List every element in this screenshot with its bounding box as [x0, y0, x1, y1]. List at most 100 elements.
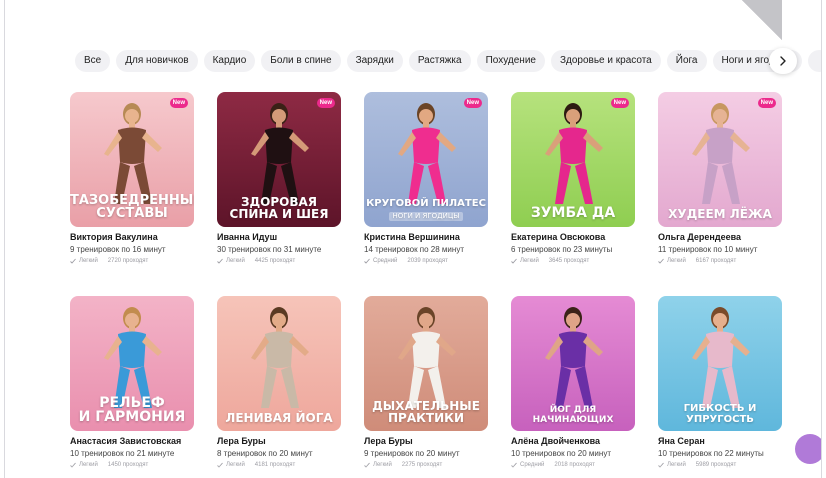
program-title-overlay: Йог для начинающих	[511, 405, 635, 425]
trainer-name: Виктория Вакулина	[70, 232, 158, 242]
trainer-name: Кристина Вершинина	[364, 232, 460, 242]
workout-count: 14 тренировок по 28 минут	[364, 245, 464, 254]
new-badge: New	[169, 98, 188, 108]
level-check-icon	[364, 258, 370, 264]
trainer-name: Лера Буры	[364, 436, 413, 446]
trainer-name: Екатерина Овсюкова	[511, 232, 606, 242]
category-chip[interactable]	[808, 50, 821, 72]
program-card[interactable]: Гибкость и упругость Яна Серан 10 трениров…	[658, 296, 782, 468]
program-meta: Легкий 6167 проходят	[658, 258, 782, 264]
program-thumbnail[interactable]: Рельеф и гармония	[70, 296, 194, 431]
workout-count: 11 тренировок по 10 минут	[658, 245, 758, 254]
program-title-line-1: Ленивая йога	[225, 411, 333, 426]
workout-count: 10 тренировок по 21 минуте	[70, 449, 175, 458]
workout-count: 9 тренировок по 16 минут	[70, 245, 166, 254]
program-title-overlay: Здоровая спина и шея	[217, 196, 341, 221]
program-title-overlay: Зумба да	[511, 206, 635, 221]
participants-count: 3645 проходят	[548, 258, 590, 264]
category-chip[interactable]: Похудение	[476, 50, 545, 72]
new-badge: New	[610, 98, 629, 108]
program-meta: Средний 2039 проходят	[364, 258, 488, 264]
program-title-line-2: и гармония	[78, 409, 186, 426]
program-card[interactable]: Рельеф и гармония Анастасия Завистовская 10…	[70, 296, 194, 468]
program-title-line-1: Зумба да	[530, 205, 616, 222]
new-badge: New	[757, 98, 776, 108]
participants-count: 6167 проходят	[695, 258, 737, 264]
level-check-icon	[70, 258, 76, 264]
level-check-icon	[217, 258, 223, 264]
program-title-overlay: Худеем лёжа	[658, 208, 782, 221]
program-card[interactable]: Дыхательные практики Лера Буры 9 тренировок…	[364, 296, 488, 468]
program-meta: Легкий 2720 проходят	[70, 258, 194, 264]
program-thumbnail[interactable]: New Тазобедренные суставы	[70, 92, 194, 227]
difficulty-level: Средний	[373, 258, 398, 264]
program-title-line-1: Гибкость и упругость	[683, 403, 757, 425]
program-card[interactable]: New Худеем лёжа Ольга Дерендеева 11 трениро…	[658, 92, 782, 264]
participants-count: 2720 проходят	[107, 258, 149, 264]
program-card[interactable]: Ленивая йога Лера Буры 8 тренировок по 20 …	[217, 296, 341, 468]
difficulty-level: Легкий	[667, 258, 686, 264]
program-card[interactable]: New Здоровая спина и шея Иванна Идуш 30 трен…	[217, 92, 341, 264]
trainer-name: Анастасия Завистовская	[70, 436, 182, 446]
category-chip[interactable]: Зарядки	[346, 50, 403, 72]
category-filter-bar: Все Для новичков Кардио Боли в спине Зарядки…	[75, 50, 821, 72]
program-thumbnail[interactable]: New Зумба да	[511, 92, 635, 227]
trainer-name: Яна Серан	[658, 436, 705, 446]
participants-count: 4425 проходят	[254, 258, 296, 264]
program-card[interactable]: New Тазобедренные суставы Виктория Вакулина…	[70, 92, 194, 264]
category-chip[interactable]: Боли в спине	[261, 50, 341, 72]
program-title-line-2: практики	[387, 411, 464, 426]
program-title-overlay: Круговой пилатес ноги и ягодицы	[364, 198, 488, 221]
program-title-line-1: Йог для начинающих	[532, 405, 614, 425]
category-chip[interactable]: Все	[75, 50, 111, 72]
trainer-name: Ольга Дерендеева	[658, 232, 741, 242]
program-thumbnail[interactable]: New Круговой пилатес ноги и ягодицы	[364, 92, 488, 227]
level-check-icon	[658, 258, 664, 264]
program-thumbnail[interactable]: Гибкость и упругость	[658, 296, 782, 431]
workout-count: 9 тренировок по 20 минут	[364, 449, 460, 458]
program-thumbnail[interactable]: Ленивая йога	[217, 296, 341, 431]
program-title-line-1: Худеем лёжа	[668, 207, 772, 222]
level-check-icon	[511, 258, 517, 264]
workout-count: 8 тренировок по 20 минут	[217, 449, 313, 458]
program-title-overlay: Ленивая йога	[217, 412, 341, 425]
program-subtitle: ноги и ягодицы	[388, 211, 464, 221]
program-title-line-1: Рельеф	[99, 394, 165, 411]
page-frame: Все Для новичков Кардио Боли в спине Зарядки…	[4, 0, 822, 478]
program-thumbnail[interactable]: New Худеем лёжа	[658, 92, 782, 227]
program-title-overlay: Дыхательные практики	[364, 400, 488, 425]
program-thumbnail[interactable]: Дыхательные практики	[364, 296, 488, 431]
difficulty-level: Легкий	[520, 258, 539, 264]
program-title-line-1: Тазобедренные	[70, 192, 194, 208]
difficulty-level: Легкий	[79, 258, 98, 264]
program-card[interactable]: New Зумба да Екатерина Овсюкова 6 тренирово…	[511, 92, 635, 264]
program-thumbnail[interactable]: Йог для начинающих	[511, 296, 635, 431]
program-title-overlay: Рельеф и гармония	[70, 394, 194, 426]
trainer-name: Лера Буры	[217, 436, 266, 446]
program-card[interactable]: New Круговой пилатес ноги и ягодицы Кристин…	[364, 92, 488, 264]
chevron-right-icon[interactable]	[769, 48, 797, 74]
program-thumbnail[interactable]: New Здоровая спина и шея	[217, 92, 341, 227]
category-chip[interactable]: Кардио	[203, 50, 256, 72]
category-chip[interactable]: Растяжка	[408, 50, 471, 72]
trainer-name: Иванна Идуш	[217, 232, 278, 242]
program-meta: Легкий 4425 проходят	[217, 258, 341, 264]
page-fold-decoration	[742, 0, 782, 40]
new-badge: New	[463, 98, 482, 108]
chat-bubble-icon[interactable]	[795, 434, 821, 464]
program-meta: Легкий 3645 проходят	[511, 258, 635, 264]
program-card[interactable]: Йог для начинающих Алёна Двойченкова 10 тр…	[511, 296, 635, 468]
scroll-fade	[5, 464, 821, 478]
program-title-line-2: спина и шея	[229, 207, 329, 222]
participants-count: 2039 проходят	[407, 258, 448, 264]
workout-count: 30 тренировок по 31 минуте	[217, 245, 322, 254]
category-chip[interactable]: Для новичков	[116, 50, 198, 72]
difficulty-level: Легкий	[226, 258, 245, 264]
workout-count: 10 тренировок по 22 минуты	[658, 449, 764, 458]
category-chip[interactable]: Йога	[666, 50, 707, 72]
program-title-overlay: Гибкость и упругость	[658, 403, 782, 425]
trainer-name: Алёна Двойченкова	[511, 436, 600, 446]
category-chip[interactable]: Здоровье и красота	[550, 50, 661, 72]
program-title-line-2: суставы	[96, 206, 168, 222]
workout-count: 6 тренировок по 23 минуты	[511, 245, 613, 254]
